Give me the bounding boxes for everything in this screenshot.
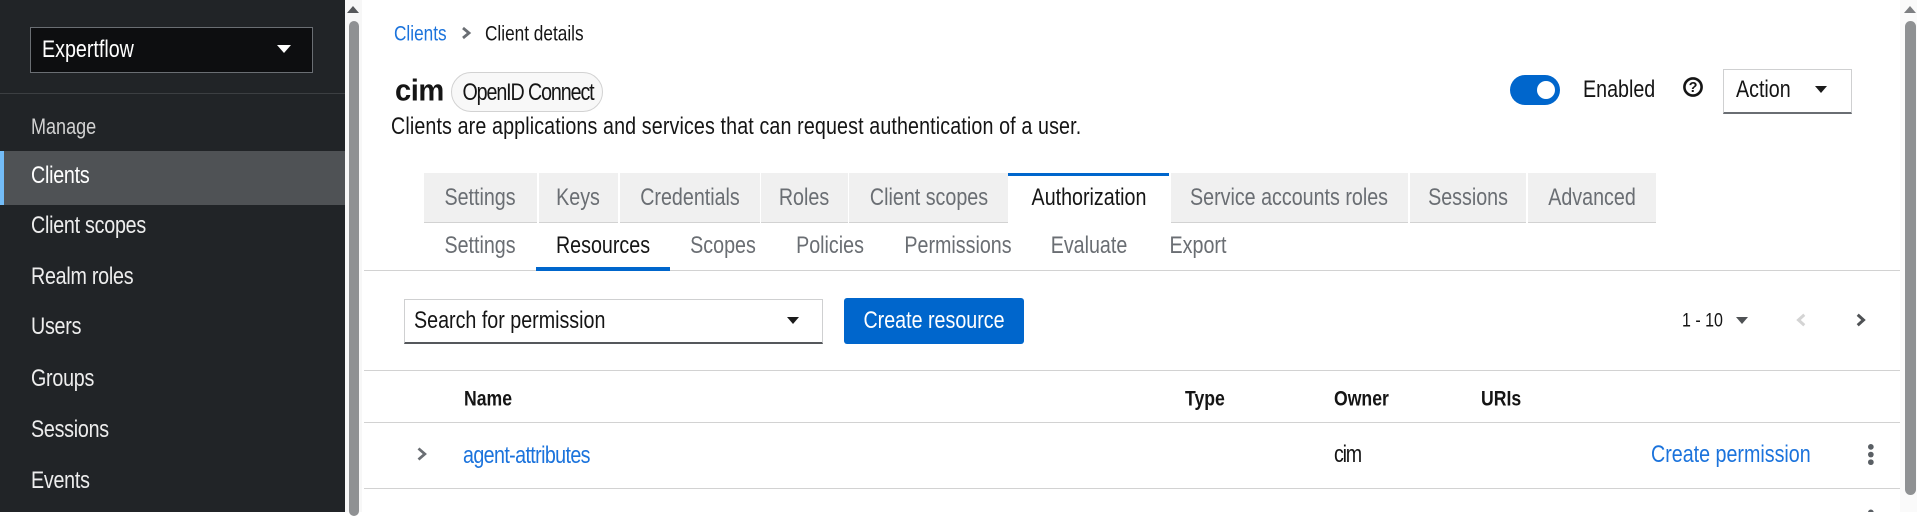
svg-text:?: ?	[1688, 80, 1697, 96]
